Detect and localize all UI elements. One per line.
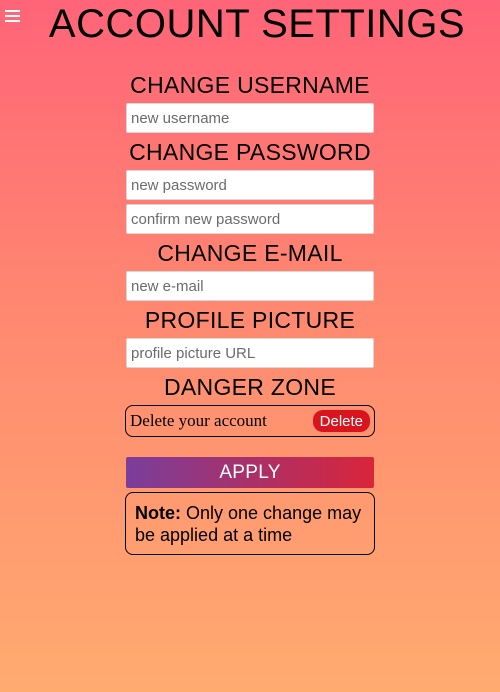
settings-form: CHANGE USERNAME CHANGE PASSWORD CHANGE E…: [0, 70, 500, 555]
danger-zone-heading: DANGER ZONE: [164, 374, 336, 400]
change-username-heading: CHANGE USERNAME: [130, 72, 370, 98]
profile-picture-heading: PROFILE PICTURE: [144, 307, 356, 333]
confirm-password-input[interactable]: [126, 204, 374, 234]
delete-account-label: Delete your account: [130, 411, 267, 430]
username-input[interactable]: [126, 103, 374, 133]
new-password-input[interactable]: [126, 170, 374, 200]
delete-account-button[interactable]: Delete: [312, 410, 370, 432]
danger-zone-box: Delete your account Delete: [125, 405, 375, 437]
profile-picture-url-input[interactable]: [126, 338, 374, 368]
email-input[interactable]: [126, 271, 374, 301]
note-label: Note:: [135, 503, 181, 523]
apply-button[interactable]: APPLY: [126, 457, 374, 488]
change-email-heading: CHANGE E-MAIL: [157, 240, 343, 266]
note-box: Note: Only one change may be applied at …: [125, 492, 375, 555]
change-password-heading: CHANGE PASSWORD: [129, 139, 371, 165]
page-title: ACCOUNT SETTINGS: [48, 2, 466, 46]
